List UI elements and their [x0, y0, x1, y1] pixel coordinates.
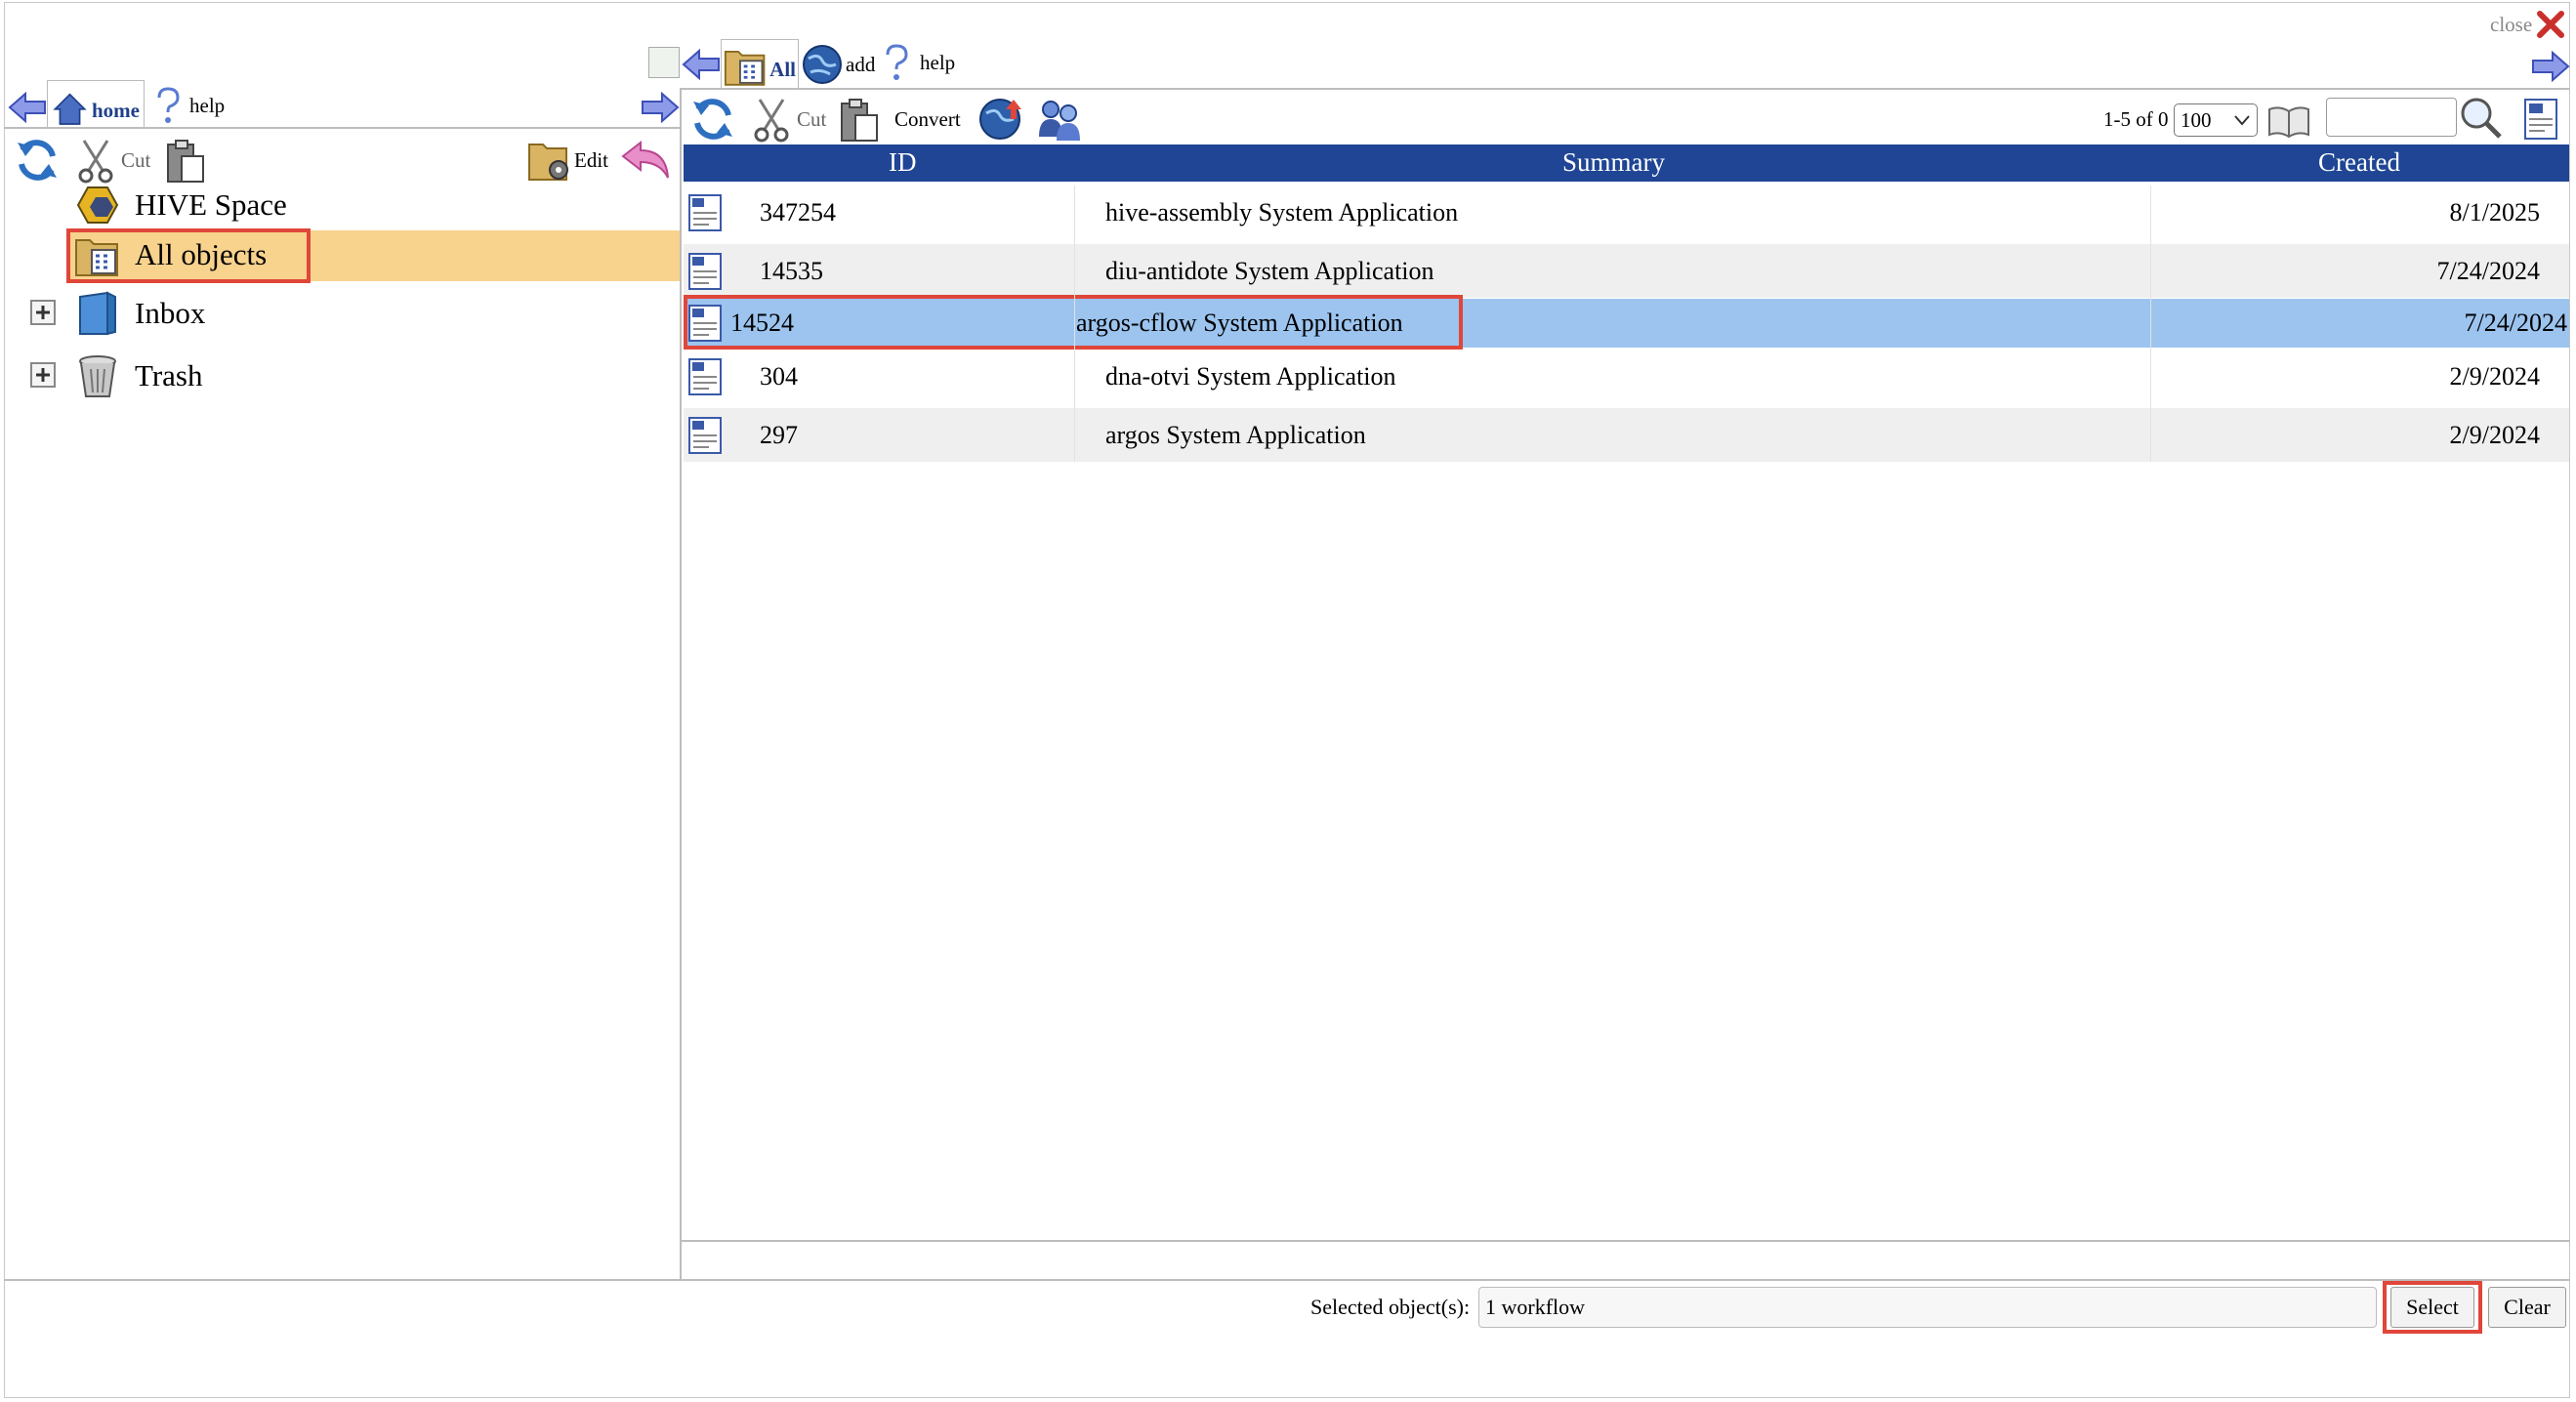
help-icon	[157, 87, 180, 123]
globe-add-icon	[803, 45, 842, 84]
expand-trash-icon[interactable]	[29, 361, 57, 389]
chevron-down-icon	[2234, 115, 2250, 126]
tab-all-label: All	[769, 58, 796, 81]
refresh-icon[interactable]	[689, 96, 736, 143]
cell-created: 7/24/2024	[2436, 256, 2540, 285]
tab-home[interactable]: home	[47, 80, 145, 129]
document-icon	[688, 417, 722, 454]
annotation-box-selected-row	[684, 295, 1463, 350]
table-row[interactable]: 304 dna-otvi System Application 2/9/2024	[684, 350, 2569, 403]
cell-created: 2/9/2024	[2449, 420, 2540, 449]
pager-text: 1-5 of 0	[2103, 107, 2169, 131]
right-tab-divider	[682, 88, 2570, 90]
footer-divider	[4, 1279, 2570, 1281]
table-row[interactable]: 347254 hive-assembly System Application …	[684, 186, 2569, 239]
close-label: close	[2490, 12, 2533, 36]
convert-button[interactable]: Convert	[894, 107, 961, 132]
column-header-id[interactable]: ID	[889, 147, 917, 178]
right-panel-bottom-border	[682, 1240, 2570, 1242]
tab-help-right[interactable]: help	[883, 43, 955, 82]
tab-help-label: help	[920, 50, 956, 74]
back-arrow-icon[interactable]	[8, 90, 47, 125]
cell-created: 2/9/2024	[2449, 361, 2540, 391]
all-objects-folder-icon	[724, 50, 766, 86]
table-row[interactable]: 297 argos System Application 2/9/2024	[684, 408, 2569, 462]
back-arrow-icon[interactable]	[682, 47, 721, 82]
home-icon	[53, 93, 87, 125]
folder-gear-icon	[528, 144, 568, 181]
cell-summary: argos System Application	[1105, 420, 1366, 449]
tree-item-inbox[interactable]: Inbox	[74, 289, 205, 338]
book-icon[interactable]	[2265, 102, 2312, 141]
trash-icon	[79, 355, 116, 397]
refresh-icon[interactable]	[14, 137, 61, 184]
paste-icon[interactable]	[838, 96, 881, 144]
edit-button[interactable]: Edit	[527, 137, 608, 184]
cell-id: 297	[760, 420, 798, 449]
cell-summary: dna-otvi System Application	[1105, 361, 1396, 391]
selected-objects-label: Selected object(s):	[1310, 1295, 1471, 1319]
tree-item-trash[interactable]: Trash	[74, 351, 203, 400]
cell-id: 347254	[760, 197, 836, 227]
cell-created: 8/1/2025	[2449, 197, 2540, 227]
cut-button-left[interactable]: Cut	[74, 137, 150, 184]
table-header: ID Summary Created	[684, 144, 2569, 182]
cut-label-right: Cut	[797, 106, 827, 131]
globe-upload-icon[interactable]	[978, 96, 1025, 143]
share-users-icon[interactable]	[1037, 96, 1082, 143]
close-button[interactable]: close	[2490, 10, 2565, 39]
tab-home-label: home	[92, 99, 140, 122]
left-tab-divider	[4, 127, 680, 129]
page-size-value: 100	[2181, 107, 2212, 132]
annotation-box-all-objects	[66, 228, 311, 283]
expand-inbox-icon[interactable]	[29, 299, 57, 326]
cut-button-right[interactable]: Cut	[750, 96, 826, 143]
hive-space-icon	[76, 186, 119, 224]
edit-label: Edit	[574, 147, 608, 172]
scissors-icon	[78, 140, 113, 184]
column-header-created[interactable]: Created	[2318, 147, 2400, 178]
tree-item-label: HIVE Space	[135, 187, 287, 222]
undo-icon[interactable]	[621, 139, 672, 182]
table-row[interactable]: 14535 diu-antidote System Application 7/…	[684, 244, 2569, 298]
inbox-icon	[79, 291, 116, 336]
tab-add[interactable]: add	[801, 43, 875, 86]
tab-all[interactable]: All	[721, 39, 799, 88]
selected-objects-field[interactable]	[1478, 1287, 2377, 1328]
panel-splitter[interactable]	[680, 88, 682, 1281]
close-icon	[2537, 11, 2565, 38]
page-size-select[interactable]: 100	[2174, 103, 2258, 137]
tree-item-label: Inbox	[135, 296, 206, 330]
paste-icon[interactable]	[164, 137, 207, 186]
annotation-box-select-button	[2383, 1281, 2482, 1334]
cut-label-left: Cut	[121, 147, 151, 172]
column-divider	[1074, 186, 1075, 462]
column-header-summary[interactable]: Summary	[1562, 147, 1665, 178]
document-icon	[688, 358, 722, 395]
tree-item-hive-space[interactable]: HIVE Space	[74, 184, 287, 227]
cell-created: 7/24/2024	[2464, 309, 2567, 337]
cell-summary: hive-assembly System Application	[1105, 197, 1459, 227]
clear-button[interactable]: Clear	[2488, 1287, 2566, 1328]
column-divider	[2150, 186, 2151, 462]
broken-image-icon	[648, 47, 680, 78]
document-view-icon[interactable]	[2521, 98, 2560, 141]
forward-arrow-icon[interactable]	[2531, 49, 2570, 84]
cell-id: 14535	[760, 256, 823, 285]
document-icon	[688, 253, 722, 290]
tab-add-label: add	[846, 52, 876, 76]
forward-arrow-icon[interactable]	[641, 90, 680, 125]
search-icon[interactable]	[2459, 96, 2504, 141]
tab-help-left[interactable]: help	[154, 86, 225, 125]
help-icon	[886, 44, 908, 80]
tree-item-label: Trash	[135, 358, 203, 392]
cell-summary: diu-antidote System Application	[1105, 256, 1434, 285]
tab-help-label: help	[189, 93, 226, 117]
cell-id: 304	[760, 361, 798, 391]
scissors-icon	[754, 99, 789, 143]
document-icon	[688, 194, 722, 231]
search-input[interactable]	[2326, 98, 2457, 137]
